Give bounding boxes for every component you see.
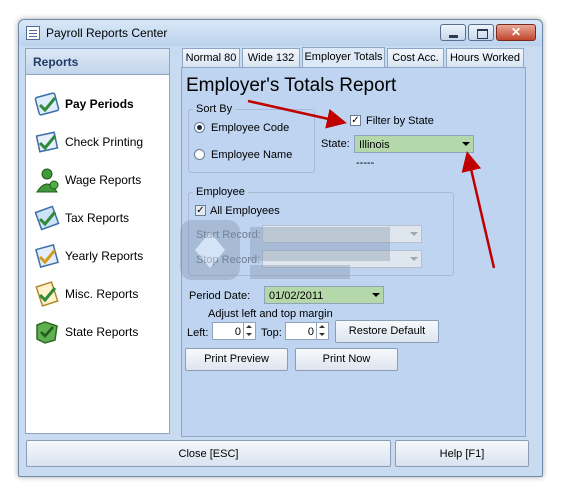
reports-sidebar: Reports Pay Periods Check Printing Wage … <box>25 48 170 434</box>
help-button[interactable]: Help [F1] <box>395 440 529 467</box>
tab-hours-worked[interactable]: Hours Worked <box>446 48 524 67</box>
chevron-down-icon <box>372 293 380 297</box>
employee-group-label: Employee <box>193 186 248 198</box>
period-date-label: Period Date: <box>189 290 251 302</box>
document-check-icon <box>34 205 60 231</box>
sidebar-item-label: State Reports <box>65 325 139 339</box>
maximize-button[interactable] <box>468 24 494 41</box>
margin-title: Adjust left and top margin <box>208 308 333 320</box>
title-bar[interactable]: Payroll Reports Center <box>19 20 542 46</box>
sort-by-label: Sort By <box>193 103 236 115</box>
sidebar-item-label: Tax Reports <box>65 211 130 225</box>
check-document-icon <box>35 131 59 153</box>
left-margin-value: 0 <box>234 326 241 338</box>
sidebar-item-state-reports[interactable]: State Reports <box>32 317 168 347</box>
top-margin-value: 0 <box>307 326 314 338</box>
radio-employee-name[interactable] <box>194 149 205 160</box>
document-stack-icon <box>35 281 59 307</box>
tab-normal-80[interactable]: Normal 80 <box>182 48 240 67</box>
calendar-year-icon <box>35 244 59 268</box>
window-title: Payroll Reports Center <box>46 26 168 40</box>
sidebar-item-yearly-reports[interactable]: Yearly Reports <box>32 241 168 271</box>
sidebar-header: Reports <box>26 49 169 75</box>
sidebar-item-label: Check Printing <box>65 135 144 149</box>
sort-by-group <box>188 109 315 173</box>
filter-by-state-label: Filter by State <box>366 115 434 127</box>
sidebar-item-label: Pay Periods <box>65 97 134 111</box>
radio-employee-name-label: Employee Name <box>211 149 293 161</box>
sidebar-item-check-printing[interactable]: Check Printing <box>32 127 168 157</box>
tab-employer-totals[interactable]: Employer Totals <box>302 47 385 68</box>
sidebar-item-wage-reports[interactable]: Wage Reports <box>32 165 168 195</box>
print-preview-button[interactable]: Print Preview <box>185 348 288 371</box>
state-select[interactable]: Illinois <box>354 135 474 153</box>
filter-by-state-checkbox[interactable]: ✓ <box>350 115 361 126</box>
spin-arrows-icon[interactable] <box>243 323 255 339</box>
people-group-icon <box>36 168 59 193</box>
calendar-check-icon <box>34 92 60 116</box>
watermark-logo <box>180 220 390 280</box>
radio-employee-code[interactable] <box>194 122 205 133</box>
spin-arrows-icon[interactable] <box>316 323 328 339</box>
sidebar-item-tax-reports[interactable]: Tax Reports <box>32 203 168 233</box>
top-margin-label: Top: <box>261 327 282 339</box>
sidebar-item-label: Wage Reports <box>65 173 142 187</box>
chevron-down-icon <box>410 232 418 236</box>
radio-employee-code-label: Employee Code <box>211 122 290 134</box>
close-window-button[interactable] <box>496 24 536 41</box>
print-now-button[interactable]: Print Now <box>295 348 398 371</box>
sidebar-item-misc-reports[interactable]: Misc. Reports <box>32 279 168 309</box>
page-title: Employer's Totals Report <box>186 75 397 96</box>
period-date-value: 01/02/2011 <box>269 290 324 302</box>
sidebar-item-label: Yearly Reports <box>65 249 144 263</box>
sidebar-item-pay-periods[interactable]: Pay Periods <box>32 89 168 119</box>
state-select-value: Illinois <box>359 139 390 151</box>
minimize-button[interactable] <box>440 24 466 41</box>
tab-cost-acc[interactable]: Cost Acc. <box>387 48 444 67</box>
state-label: State: <box>321 138 350 150</box>
chevron-down-icon <box>462 142 470 146</box>
restore-default-button[interactable]: Restore Default <box>335 320 439 343</box>
chevron-down-icon <box>410 257 418 261</box>
top-margin-stepper[interactable]: 0 <box>285 322 329 340</box>
app-icon <box>26 26 40 40</box>
tab-wide-132[interactable]: Wide 132 <box>242 48 300 67</box>
state-map-icon <box>36 321 58 344</box>
sidebar-item-label: Misc. Reports <box>65 287 139 301</box>
close-button[interactable]: Close [ESC] <box>26 440 391 467</box>
left-margin-label: Left: <box>187 327 209 339</box>
state-extra-text: ----- <box>356 157 375 169</box>
period-date-select[interactable]: 01/02/2011 <box>264 286 384 304</box>
left-margin-stepper[interactable]: 0 <box>212 322 256 340</box>
